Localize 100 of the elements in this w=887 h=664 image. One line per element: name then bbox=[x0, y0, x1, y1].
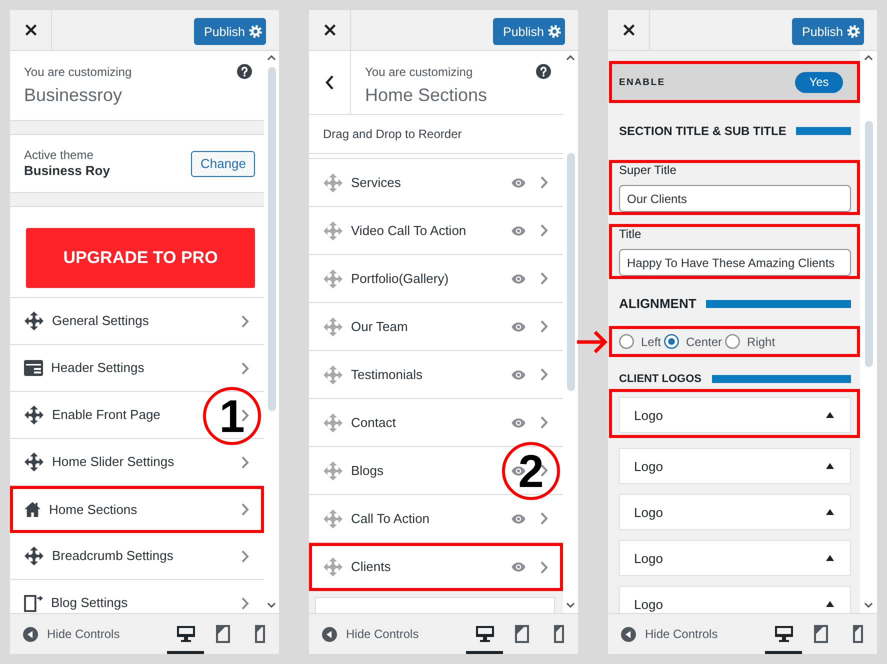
toggle-switch[interactable]: Yes bbox=[795, 72, 843, 92]
layout-icon bbox=[24, 360, 43, 376]
field-label: Title bbox=[619, 228, 642, 241]
upgrade-button[interactable]: UPGRADE TO PRO bbox=[26, 228, 255, 288]
customizing-caption: You are customizing bbox=[365, 65, 473, 80]
move-arrows-icon bbox=[323, 172, 343, 192]
toggle-label: ENABLE bbox=[619, 76, 666, 88]
eye-icon[interactable] bbox=[511, 274, 526, 284]
triangle-up-icon bbox=[826, 412, 834, 418]
field-label: Super Title bbox=[619, 164, 678, 177]
heading-bar bbox=[796, 127, 851, 135]
caret-down-icon[interactable] bbox=[864, 602, 873, 608]
move-arrows-icon bbox=[323, 508, 343, 528]
eye-icon[interactable] bbox=[511, 418, 526, 428]
radio-option[interactable]: Right bbox=[725, 334, 776, 349]
eye-icon[interactable] bbox=[511, 370, 526, 380]
scrollbar-thumb[interactable] bbox=[268, 67, 276, 411]
change-button[interactable]: Change bbox=[191, 150, 255, 176]
caret-up-icon[interactable] bbox=[267, 55, 276, 61]
desktop-icon bbox=[476, 626, 494, 642]
eye-icon[interactable] bbox=[511, 178, 526, 188]
move-arrows-icon bbox=[323, 557, 343, 577]
eye-icon[interactable] bbox=[511, 226, 526, 236]
menu-item[interactable]: Header Settings bbox=[10, 345, 264, 392]
close-icon bbox=[24, 24, 36, 36]
hide-controls-button[interactable]: Hide Controls bbox=[309, 614, 419, 654]
triangle-up-icon bbox=[826, 509, 834, 515]
publish-button[interactable]: Publish bbox=[792, 18, 864, 45]
menu-item[interactable]: Contact bbox=[309, 399, 563, 447]
help-icon[interactable] bbox=[237, 64, 252, 79]
phone-icon bbox=[254, 625, 264, 643]
caret-up-icon[interactable] bbox=[864, 55, 873, 61]
move-arrows-icon bbox=[24, 311, 44, 331]
caret-down-icon[interactable] bbox=[566, 602, 575, 608]
chevron-right-icon bbox=[540, 416, 548, 429]
section-heading: CLIENT LOGOS bbox=[619, 372, 702, 387]
eye-icon[interactable] bbox=[511, 514, 526, 524]
gear-icon bbox=[847, 25, 860, 38]
menu-item[interactable]: Call To Action bbox=[309, 495, 563, 543]
menu-item[interactable]: Testimonials bbox=[309, 351, 563, 399]
help-icon[interactable] bbox=[536, 64, 551, 79]
phone-icon bbox=[852, 625, 862, 643]
move-arrows-icon bbox=[24, 405, 44, 425]
customizing-caption: You are customizing bbox=[24, 65, 132, 80]
chevron-right-icon bbox=[540, 272, 548, 285]
publish-button[interactable]: Publish bbox=[194, 18, 266, 45]
chevron-right-icon bbox=[540, 224, 548, 237]
menu-item[interactable]: Services bbox=[309, 159, 563, 207]
logo-row[interactable]: Logo bbox=[619, 448, 851, 484]
menu-item[interactable]: Home Sections bbox=[10, 486, 264, 533]
menu-item[interactable]: Clients bbox=[309, 543, 563, 591]
tablet-icon bbox=[814, 625, 828, 643]
text-input[interactable]: Our Clients bbox=[619, 185, 851, 212]
chevron-right-icon bbox=[540, 464, 548, 477]
logo-row[interactable]: Logo bbox=[619, 540, 851, 576]
desktop-icon bbox=[774, 626, 792, 642]
hide-controls-button[interactable]: Hide Controls bbox=[10, 614, 120, 654]
step-callout: 2 bbox=[502, 442, 560, 500]
section-heading: SECTION TITLE & SUB TITLE bbox=[619, 123, 786, 139]
chevron-right-icon bbox=[241, 503, 249, 516]
hint-text: Drag and Drop to Reorder bbox=[323, 127, 462, 141]
tablet-icon bbox=[216, 625, 230, 643]
caret-up-icon[interactable] bbox=[566, 55, 575, 61]
gear-icon bbox=[249, 25, 262, 38]
chevron-right-icon bbox=[540, 176, 548, 189]
logo-row[interactable]: Logo bbox=[619, 397, 851, 433]
tablet-icon bbox=[514, 625, 528, 643]
step-callout: 1 bbox=[203, 386, 261, 444]
triangle-up-icon bbox=[826, 601, 834, 607]
menu-item[interactable]: Our Team bbox=[309, 303, 563, 351]
gear-icon bbox=[548, 25, 561, 38]
menu-item[interactable]: Video Call To Action bbox=[309, 207, 563, 255]
radio-option[interactable]: Left bbox=[619, 334, 662, 349]
close-icon bbox=[622, 24, 634, 36]
text-input[interactable]: Happy To Have These Amazing Clients bbox=[619, 249, 851, 276]
scrollbar-thumb[interactable] bbox=[566, 153, 574, 391]
chevron-right-icon bbox=[241, 314, 249, 328]
move-arrows-icon bbox=[323, 364, 343, 384]
chevron-right-icon bbox=[540, 560, 548, 574]
move-arrows-icon bbox=[24, 546, 44, 566]
logo-row[interactable]: Logo bbox=[619, 586, 851, 613]
publish-button[interactable]: Publish bbox=[493, 18, 565, 45]
section-heading: ALIGNMENT bbox=[619, 296, 696, 312]
chevron-right-icon bbox=[540, 512, 548, 525]
close-icon bbox=[324, 24, 336, 36]
radio-option[interactable]: Center bbox=[664, 334, 722, 349]
menu-item[interactable]: Portfolio(Gallery) bbox=[309, 255, 563, 303]
eye-icon[interactable] bbox=[511, 322, 526, 332]
eye-icon[interactable] bbox=[511, 562, 526, 572]
caret-down-icon[interactable] bbox=[267, 602, 276, 608]
chevron-right-icon bbox=[241, 456, 249, 468]
scrollbar-thumb[interactable] bbox=[864, 121, 872, 367]
chevron-right-icon bbox=[540, 368, 548, 381]
hide-controls-button[interactable]: Hide Controls bbox=[608, 614, 718, 654]
logo-row[interactable]: Logo bbox=[619, 494, 851, 530]
customizing-title: Home Sections bbox=[365, 84, 488, 106]
chevron-right-icon bbox=[241, 550, 249, 562]
chevron-right-icon bbox=[241, 362, 249, 374]
back-chevron-icon bbox=[325, 75, 334, 90]
desktop-icon bbox=[176, 626, 194, 642]
